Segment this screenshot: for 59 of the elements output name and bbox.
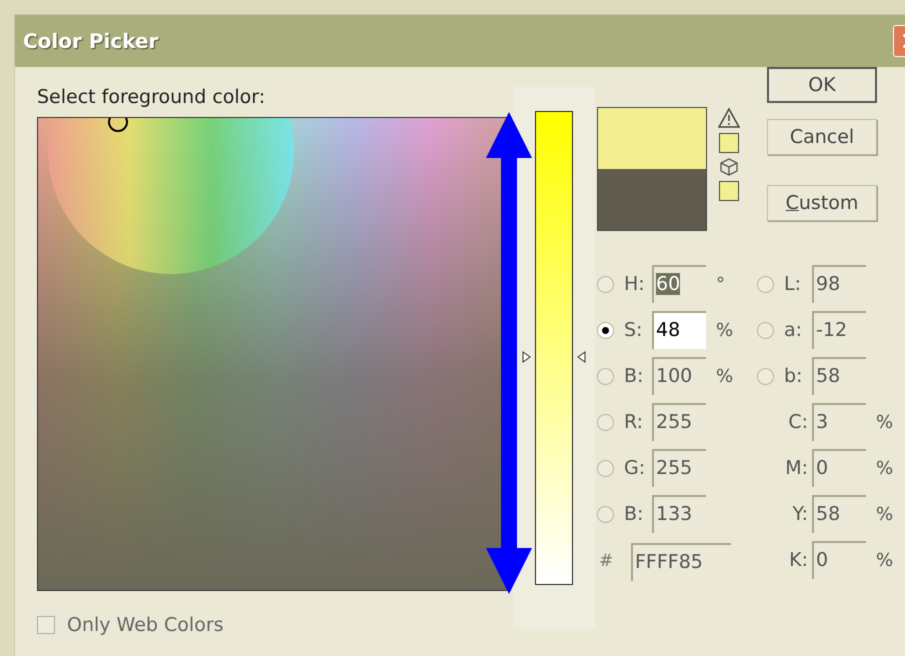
checkbox-label: Only Web Colors [67, 613, 224, 638]
value-field[interactable]: 98 [812, 265, 866, 303]
value-field[interactable]: -12 [812, 311, 866, 349]
unit-label: % [876, 410, 894, 434]
hex-value-field[interactable]: FFFF85 [631, 543, 731, 581]
unit-label: % [876, 456, 894, 480]
slider-right-triangle-icon[interactable] [577, 351, 586, 364]
checkbox[interactable] [37, 616, 55, 634]
prompt-label: Select foreground color: [37, 85, 266, 110]
radio-button[interactable] [597, 414, 614, 430]
field-label: B: [623, 502, 644, 527]
value-field[interactable]: 58 [812, 495, 866, 533]
warning-icon [718, 107, 740, 129]
value-field[interactable]: 255 [652, 449, 706, 487]
field-label: M: [784, 456, 809, 481]
unit-label: % [876, 502, 894, 526]
field-label: L: [783, 272, 802, 297]
field-label: S: [623, 318, 644, 343]
value-field[interactable]: 0 [812, 541, 866, 579]
value-field[interactable]: 58 [812, 357, 866, 395]
unit-label: % [716, 318, 734, 342]
web-safe-color-swatch[interactable] [719, 181, 739, 201]
radio-button[interactable] [597, 276, 614, 292]
window-title: Color Picker [23, 28, 158, 55]
value-field[interactable]: 255 [652, 403, 706, 441]
color-field[interactable] [37, 117, 511, 591]
radio-button[interactable] [597, 460, 614, 476]
radio-button[interactable] [757, 322, 774, 338]
field-label: C: [787, 410, 809, 435]
unit-label: % [876, 548, 894, 572]
value-field[interactable]: 133 [652, 495, 706, 533]
field-label: G: [623, 456, 646, 481]
field-label: R: [623, 410, 644, 435]
field-label: a: [783, 318, 804, 343]
value-field[interactable]: 100 [652, 357, 706, 395]
radio-button[interactable] [597, 322, 614, 338]
value-field[interactable]: 60 [652, 265, 706, 303]
radio-button[interactable] [757, 368, 774, 384]
dialog-button[interactable]: OK [767, 67, 877, 103]
slider-left-triangle-icon[interactable] [522, 351, 531, 364]
dialog-button[interactable]: Cancel [767, 119, 877, 155]
cube-icon [719, 157, 739, 177]
field-label: B: [623, 364, 644, 389]
unit-label: ° [716, 272, 726, 296]
radio-button[interactable] [757, 276, 774, 292]
radio-button[interactable] [597, 368, 614, 384]
picker-marker[interactable] [108, 118, 128, 132]
value-field[interactable]: 3 [812, 403, 866, 441]
gamut-color-swatch[interactable] [719, 133, 739, 153]
field-label: b: [783, 364, 804, 389]
unit-label: % [716, 364, 734, 388]
hash-label: # [599, 550, 614, 574]
radio-button[interactable] [597, 506, 614, 522]
field-label: Y: [792, 502, 809, 527]
value-field[interactable]: 48 [652, 311, 706, 349]
value-field[interactable]: 0 [812, 449, 866, 487]
dialog-button[interactable]: Custom [767, 185, 877, 221]
field-label: K: [788, 548, 809, 573]
field-label: H: [623, 272, 646, 297]
